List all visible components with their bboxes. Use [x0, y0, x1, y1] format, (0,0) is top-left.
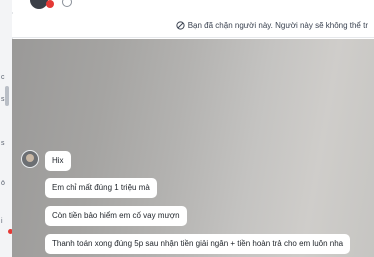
message-bubble[interactable]: Hix	[45, 151, 71, 171]
blocked-badge-icon	[46, 0, 54, 8]
message-text: Thanh toán xong đúng 5p sau nhận tiền gi…	[52, 239, 344, 248]
message-text: Còn tiền bảo hiểm em cố vay mượn	[52, 211, 180, 220]
message-bubble[interactable]: Em chỉ mất đúng 1 triệu mà	[45, 178, 157, 198]
sidebar-item-fragment[interactable]: i	[1, 218, 3, 226]
sidebar-item-fragment[interactable]: ö	[1, 180, 5, 188]
blocked-notice-text: Bạn đã chặn người này. Người này sẽ khôn…	[187, 21, 368, 30]
sidebar-item-fragment[interactable]: s	[1, 96, 5, 104]
sidebar-item-fragment[interactable]: s	[1, 140, 5, 148]
chat-header	[12, 0, 374, 12]
sidebar-item-fragment[interactable]: c	[1, 74, 5, 82]
sender-avatar[interactable]	[21, 150, 39, 168]
blocked-notice: Bạn đã chặn người này. Người này sẽ khôn…	[12, 14, 374, 38]
chat-header-icon[interactable]	[62, 0, 72, 7]
sidebar-scrollbar[interactable]	[5, 86, 9, 106]
block-icon	[176, 21, 185, 30]
message-bubble[interactable]: Thanh toán xong đúng 5p sau nhận tiền gi…	[45, 234, 351, 254]
message-text: Hix	[52, 156, 64, 165]
message-bubble[interactable]: Còn tiền bảo hiểm em cố vay mượn	[45, 206, 187, 226]
message-text: Em chỉ mất đúng 1 triệu mà	[52, 183, 150, 192]
